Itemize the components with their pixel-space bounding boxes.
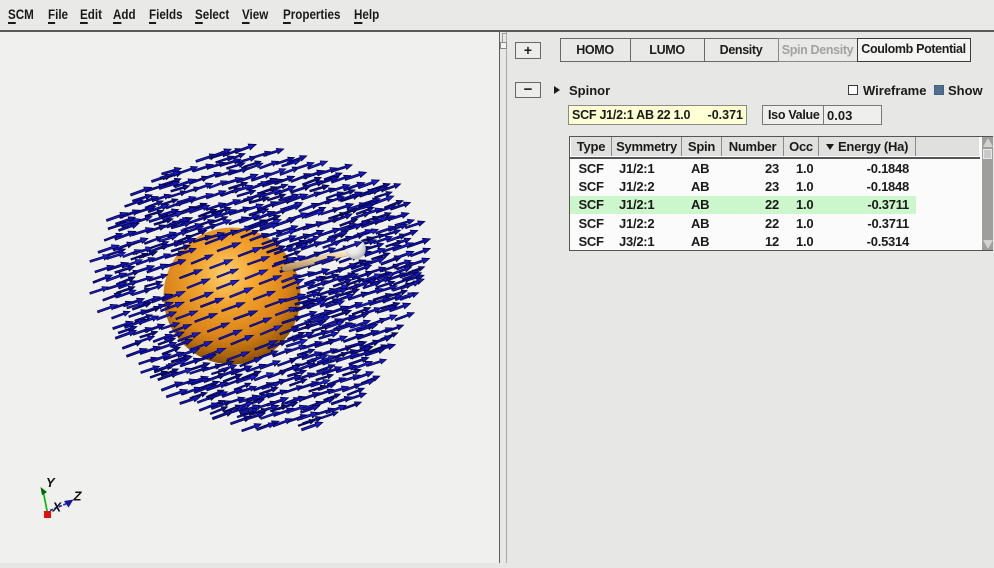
svg-text:Y: Y [46, 475, 56, 490]
svg-text:X: X [52, 500, 63, 515]
svg-text:Z: Z [73, 489, 83, 504]
